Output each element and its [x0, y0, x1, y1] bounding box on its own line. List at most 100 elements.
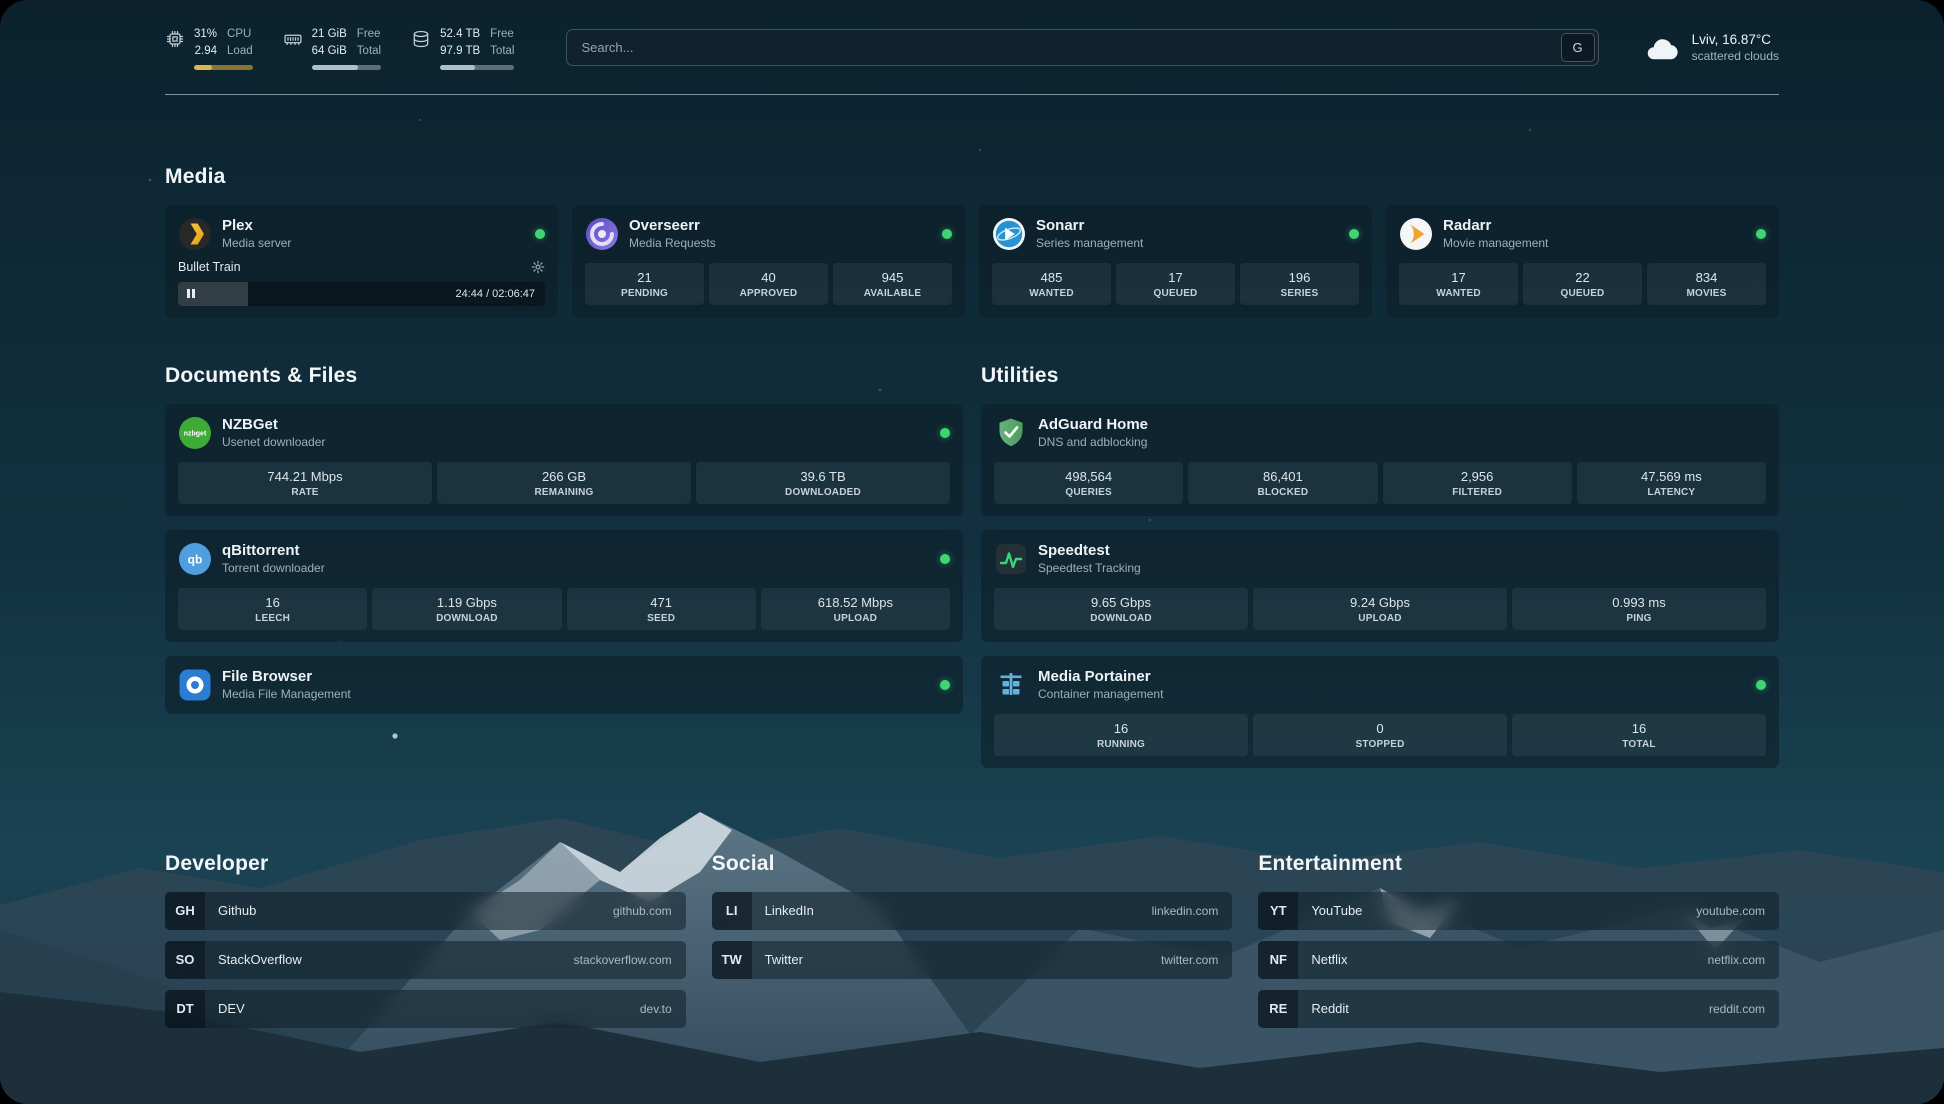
weather-widget[interactable]: Lviv, 16.87°C scattered clouds: [1643, 32, 1779, 63]
stat-value: 471: [569, 595, 754, 610]
stat-value: 498,564: [996, 469, 1181, 484]
stat-value: 16: [996, 721, 1246, 736]
now-playing-title: Bullet Train: [178, 260, 241, 274]
disk-total-value: 97.9 TB: [440, 43, 480, 60]
now-playing-progressbar[interactable]: 24:44 / 02:06:47: [178, 282, 545, 306]
stat-label: LATENCY: [1579, 487, 1764, 498]
bookmark-abbr: GH: [165, 892, 205, 930]
bookmark-group-title: Entertainment: [1258, 852, 1779, 876]
stat-queued: 22QUEUED: [1523, 263, 1642, 305]
stat-stopped: 0STOPPED: [1253, 714, 1507, 756]
service-card-speedtest[interactable]: SpeedtestSpeedtest Tracking9.65 GbpsDOWN…: [981, 530, 1779, 642]
search-bar: G: [566, 29, 1598, 66]
bookmark-name: Github: [218, 903, 256, 918]
service-name: NZBGet: [222, 416, 325, 433]
bookmark-stackoverflow[interactable]: SOStackOverflowstackoverflow.com: [165, 941, 686, 979]
service-description: Torrent downloader: [222, 561, 325, 575]
service-description: Speedtest Tracking: [1038, 561, 1141, 575]
stat-download: 9.65 GbpsDOWNLOAD: [994, 588, 1248, 630]
stat-label: DOWNLOAD: [374, 613, 559, 624]
bookmark-url: reddit.com: [1709, 1002, 1765, 1016]
bookmark-abbr: SO: [165, 941, 205, 979]
ram-total-value: 64 GiB: [312, 43, 347, 60]
stat-queued: 17QUEUED: [1116, 263, 1235, 305]
status-dot-online: [535, 229, 545, 239]
bookmark-netflix[interactable]: NFNetflixnetflix.com: [1258, 941, 1779, 979]
bookmark-dev[interactable]: DTDEVdev.to: [165, 990, 686, 1028]
ram-total-label: Total: [357, 43, 381, 60]
service-card-radarr[interactable]: RadarrMovie management17WANTED22QUEUED83…: [1386, 205, 1779, 318]
stat-label: APPROVED: [711, 288, 826, 299]
search-input[interactable]: [567, 30, 1557, 65]
disk-icon: [411, 26, 431, 70]
bookmark-reddit[interactable]: RERedditreddit.com: [1258, 990, 1779, 1028]
stat-ping: 0.993 msPING: [1512, 588, 1766, 630]
service-card-nzbget[interactable]: nzbgetNZBGetUsenet downloader744.21 Mbps…: [165, 404, 963, 516]
service-card-sonarr[interactable]: SonarrSeries management485WANTED17QUEUED…: [979, 205, 1372, 318]
adguard-icon: [994, 416, 1028, 450]
stat-value: 9.65 Gbps: [996, 595, 1246, 610]
service-card-overseerr[interactable]: OverseerrMedia Requests21PENDING40APPROV…: [572, 205, 965, 318]
bookmark-abbr: RE: [1258, 990, 1298, 1028]
bookmark-name: YouTube: [1311, 903, 1362, 918]
pause-icon[interactable]: [187, 289, 195, 298]
stat-label: BLOCKED: [1190, 487, 1375, 498]
stat-filtered: 2,956FILTERED: [1383, 462, 1572, 504]
service-card-qbittorrent[interactable]: qbqBittorrentTorrent downloader16LEECH1.…: [165, 530, 963, 642]
service-stats: 17WANTED22QUEUED834MOVIES: [1399, 263, 1766, 305]
stat-value: 17: [1118, 270, 1233, 285]
service-title-block: PlexMedia server: [222, 217, 291, 250]
stat-label: QUERIES: [996, 487, 1181, 498]
bookmark-github[interactable]: GH Github github.com: [165, 892, 686, 930]
svg-text:nzbget: nzbget: [184, 430, 207, 437]
ram-free-label: Free: [357, 26, 381, 43]
stat-value: 945: [835, 270, 950, 285]
stat-total: 16TOTAL: [1512, 714, 1766, 756]
service-stats: 485WANTED17QUEUED196SERIES: [992, 263, 1359, 305]
service-stats: 498,564QUERIES86,401BLOCKED2,956FILTERED…: [994, 462, 1766, 504]
service-description: Movie management: [1443, 236, 1548, 250]
search-provider-button[interactable]: G: [1561, 33, 1595, 62]
stat-available: 945AVAILABLE: [833, 263, 952, 305]
bookmark-linkedin[interactable]: LILinkedInlinkedin.com: [712, 892, 1233, 930]
stat-label: RATE: [180, 487, 430, 498]
disk-bar: [440, 65, 514, 70]
media-card-grid: PlexMedia server Bullet Train 24:44 / 02:0…: [165, 205, 1779, 318]
status-dot-online: [1756, 229, 1766, 239]
status-dot-online: [940, 554, 950, 564]
service-title-block: OverseerrMedia Requests: [629, 217, 716, 250]
service-card-media-portainer[interactable]: Media PortainerContainer management16RUN…: [981, 656, 1779, 768]
ram-stick-icon: [283, 26, 303, 70]
service-name: Sonarr: [1036, 217, 1143, 234]
now-playing-time: 24:44 / 02:06:47: [455, 288, 535, 300]
service-description: Media File Management: [222, 687, 351, 701]
bookmark-groups: DeveloperGHGithubgithub.comSOStackOverfl…: [165, 852, 1779, 1039]
disk-free-label: Free: [490, 26, 514, 43]
status-dot-online: [940, 428, 950, 438]
stat-label: MOVIES: [1649, 288, 1764, 299]
service-card-file-browser[interactable]: File BrowserMedia File Management: [165, 656, 963, 714]
stat-value: 22: [1525, 270, 1640, 285]
service-stats: 16LEECH1.19 GbpsDOWNLOAD471SEED618.52 Mb…: [178, 588, 950, 630]
stat-label: RUNNING: [996, 739, 1246, 750]
service-description: Usenet downloader: [222, 435, 325, 449]
status-dot-online: [1756, 680, 1766, 690]
ram-bar-fill: [312, 65, 359, 70]
cpu-bar: [194, 65, 253, 70]
bookmark-twitter[interactable]: TWTwittertwitter.com: [712, 941, 1233, 979]
service-card-plex[interactable]: PlexMedia server Bullet Train 24:44 / 02:0…: [165, 205, 558, 318]
now-playing-row: Bullet Train: [178, 260, 545, 274]
service-title-block: qBittorrentTorrent downloader: [222, 542, 325, 575]
documents-utilities-row: Documents & Files nzbgetNZBGetUsenet dow…: [165, 364, 1779, 768]
gear-icon[interactable]: [531, 260, 545, 274]
service-card-adguard-home[interactable]: AdGuard HomeDNS and adblocking498,564QUE…: [981, 404, 1779, 516]
service-card-header: PlexMedia server: [178, 217, 545, 251]
section-utilities: Utilities AdGuard HomeDNS and adblocking…: [981, 364, 1779, 768]
bookmark-url: github.com: [613, 904, 672, 918]
topbar-divider: [165, 94, 1779, 95]
status-dot-online: [940, 680, 950, 690]
bookmark-youtube[interactable]: YTYouTubeyoutube.com: [1258, 892, 1779, 930]
stat-label: FILTERED: [1385, 487, 1570, 498]
bookmark-url: dev.to: [640, 1002, 672, 1016]
weather-condition: scattered clouds: [1692, 49, 1779, 63]
